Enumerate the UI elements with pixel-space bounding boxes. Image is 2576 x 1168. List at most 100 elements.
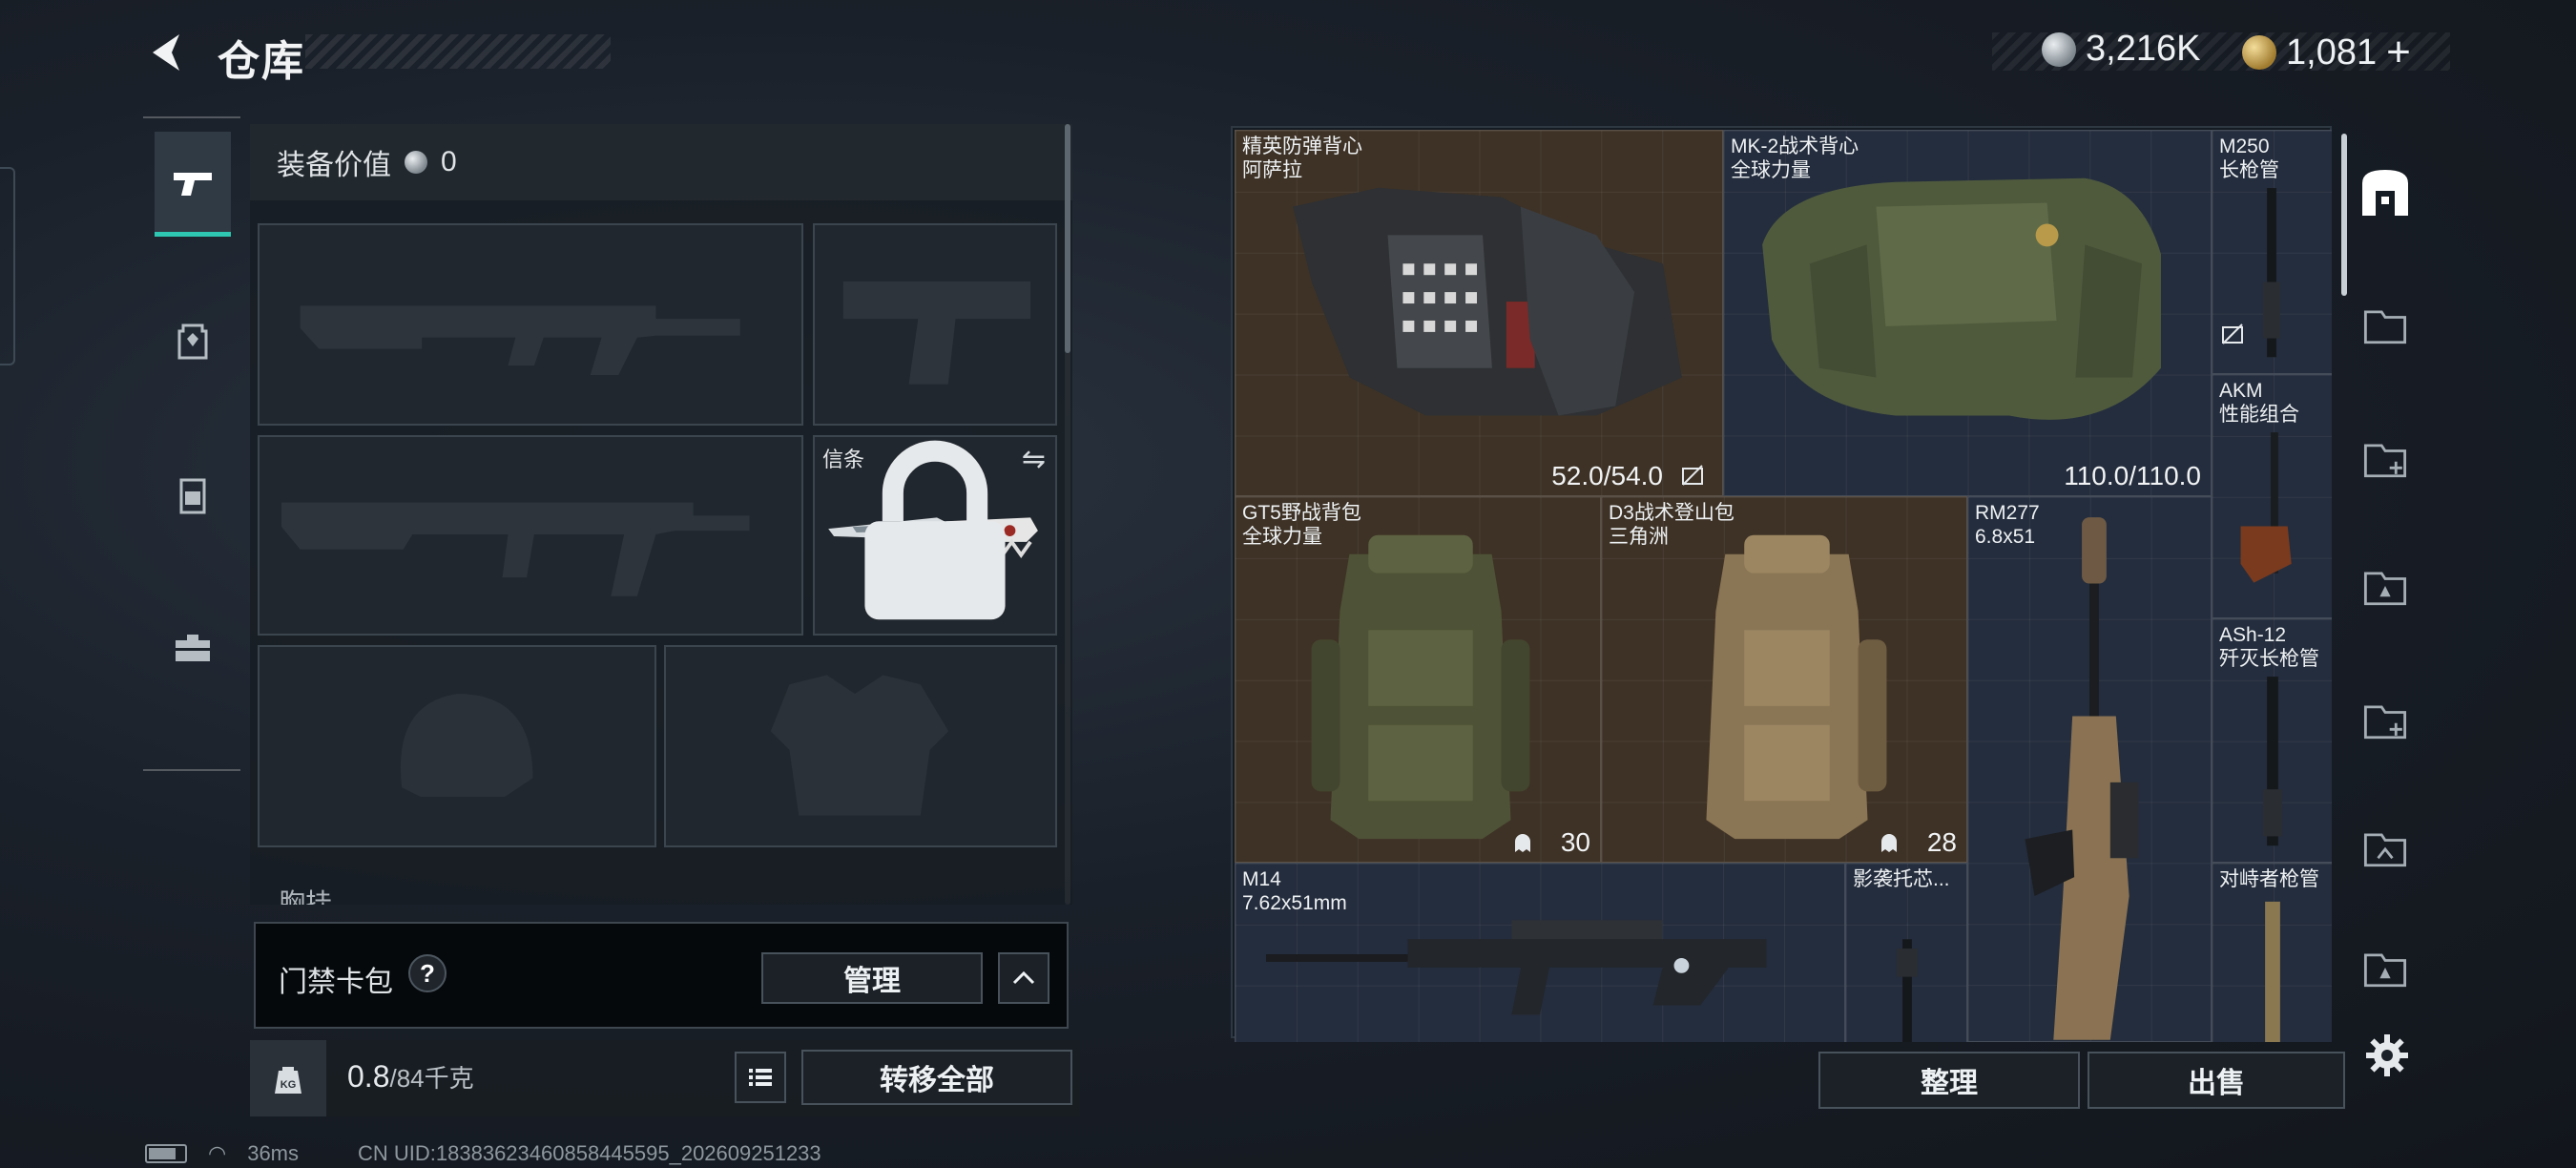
- silver-coin-icon: [2042, 31, 2076, 67]
- equipment-value-label: 装备价值: [277, 150, 391, 181]
- equipment-scrollbar[interactable]: [1065, 124, 1070, 353]
- sell-button[interactable]: 出售: [2088, 1052, 2345, 1109]
- tab-weapons[interactable]: [155, 132, 231, 237]
- equipment-tabs: [143, 116, 240, 771]
- transfer-all-button[interactable]: 转移全部: [801, 1050, 1072, 1105]
- secondary-weapon-slot[interactable]: [258, 435, 803, 636]
- folder-icon: [2363, 310, 2407, 344]
- item-name: 对峙者枪管: [2219, 868, 2319, 890]
- vest-tab-icon: [179, 478, 206, 514]
- stash-page-5-button[interactable]: [2355, 817, 2416, 878]
- silver-currency: 3,216K: [2042, 29, 2200, 70]
- rifle-vertical-icon: [2025, 517, 2139, 1040]
- no-bind-icon-2: [2222, 323, 2243, 344]
- tab-toolbox[interactable]: [155, 595, 231, 700]
- side-drawer-handle[interactable]: [0, 167, 15, 365]
- cardpack-label: 门禁卡包: [279, 967, 393, 998]
- primary-weapon-slot[interactable]: [258, 223, 803, 426]
- item-name: ASh-12 歼灭长枪管: [2219, 624, 2319, 670]
- capacity-icon-2: [1881, 834, 1897, 852]
- capacity-icon: [1515, 834, 1530, 852]
- status-bar: ◠ 36ms CN UID:18383623460858445595_20260…: [145, 1141, 821, 1166]
- helmet-silhouette-icon: [400, 694, 533, 797]
- no-bind-icon: [1682, 465, 1703, 486]
- stash-item-rm277[interactable]: RM277 6.8x51: [1967, 496, 2212, 1042]
- weight-readout: 0.8/84千克: [347, 1059, 474, 1095]
- add-folder-icon: [2363, 444, 2407, 478]
- rifle-silhouette-icon: [300, 305, 740, 375]
- sidearm-slot[interactable]: [813, 223, 1057, 426]
- backpack-icon-2: [1706, 534, 1887, 840]
- folder-icon-2: [2363, 572, 2407, 606]
- stash-item-ash12[interactable]: ASh-12 歼灭长枪管: [2212, 618, 2332, 863]
- stash-item-shadow-stock[interactable]: 影袭托芯...: [1845, 863, 1967, 1042]
- chevron-up-icon: [1012, 970, 1035, 985]
- stash-item-akm[interactable]: AKM 性能组合: [2212, 374, 2332, 618]
- pistol-silhouette-icon: [842, 281, 1031, 385]
- stash-item-elite-vest[interactable]: 精英防弹背心 阿萨拉 52.0/54.0: [1235, 130, 1723, 496]
- list-view-button[interactable]: [735, 1052, 786, 1103]
- kg-weight-icon: KG: [275, 1067, 301, 1094]
- item-name: MK-2战术背心 全球力量: [1731, 136, 1859, 181]
- item-name: RM277 6.8x51: [1975, 502, 2040, 548]
- tab-backpack[interactable]: [155, 288, 231, 393]
- item-name: GT5野战背包 全球力量: [1242, 502, 1361, 548]
- toolbox-tab-icon: [176, 635, 210, 661]
- vest-icon: [1293, 187, 1682, 416]
- uid-readout: CN UID:18383623460858445595_202609251233: [358, 1141, 821, 1165]
- add-page-button-2[interactable]: [2355, 689, 2416, 750]
- ping-readout: 36ms: [247, 1141, 299, 1165]
- silver-amount: 3,216K: [2086, 29, 2201, 69]
- chest-rig-label: 胸挂: [279, 888, 333, 905]
- equipment-value: 0: [441, 146, 457, 177]
- stash-item-m14[interactable]: M14 7.62x51mm: [1235, 863, 1845, 1042]
- weight-icon: KG: [250, 1040, 326, 1116]
- lock-icon: [864, 440, 1006, 620]
- value-coin-icon: [405, 151, 427, 174]
- back-arrow-icon: [153, 34, 179, 71]
- item-name: 精英防弹背心 阿萨拉: [1242, 136, 1362, 181]
- svg-text:KG: KG: [280, 1079, 297, 1091]
- gold-coin-icon: [2242, 35, 2276, 70]
- help-button[interactable]: ?: [408, 954, 447, 992]
- add-folder-icon-2: [2363, 705, 2407, 740]
- stash-overview-button[interactable]: [2355, 162, 2416, 223]
- stash-page-1-button[interactable]: [2355, 294, 2416, 355]
- stash-page-6-button[interactable]: [2355, 937, 2416, 998]
- vest-icon-2: [1762, 177, 2161, 420]
- manage-button[interactable]: 管理: [761, 952, 983, 1004]
- gold-currency[interactable]: 1,081 +: [2242, 29, 2411, 76]
- backpack-tab-icon: [177, 323, 208, 360]
- stash-page-3-button[interactable]: [2355, 555, 2416, 616]
- page-title: 仓库: [218, 38, 305, 85]
- back-button[interactable]: [143, 29, 191, 76]
- add-currency-button[interactable]: +: [2386, 29, 2411, 76]
- tab-vest[interactable]: [155, 443, 231, 548]
- battery-icon: [145, 1144, 187, 1163]
- item-capacity: 28: [1926, 827, 1957, 857]
- item-name: M14 7.62x51mm: [1242, 868, 1347, 914]
- stash-item-gt5-backpack[interactable]: GT5野战背包 全球力量 30: [1235, 496, 1601, 863]
- armor-slot[interactable]: [664, 645, 1057, 847]
- rifle-silhouette-icon-2: [281, 502, 750, 596]
- stash-grid: 精英防弹背心 阿萨拉 52.0/54.0 MK-2战术背心 全球力量 110.0…: [1235, 130, 2332, 1042]
- settings-button[interactable]: [2362, 1031, 2412, 1080]
- weight-max: /84千克: [389, 1064, 474, 1093]
- helmet-slot[interactable]: [258, 645, 656, 847]
- warehouse-icon: [2362, 170, 2408, 216]
- melee-slot[interactable]: 信条 ⇋: [813, 435, 1057, 636]
- item-durability: 52.0/54.0: [1551, 461, 1663, 490]
- gold-amount: 1,081: [2286, 31, 2378, 73]
- pistol-icon: [174, 172, 212, 196]
- stash-panel: 精英防弹背心 阿萨拉 52.0/54.0 MK-2战术背心 全球力量 110.0…: [1231, 126, 2332, 1042]
- sort-button[interactable]: 整理: [1818, 1052, 2080, 1109]
- backpack-icon: [1311, 534, 1530, 840]
- stash-item-m250[interactable]: M250 长枪管: [2212, 130, 2332, 374]
- stash-item-mk2-vest[interactable]: MK-2战术背心 全球力量 110.0/110.0: [1723, 130, 2212, 496]
- collapse-button[interactable]: [998, 952, 1049, 1004]
- equipment-panel: 装备价值 0 信条 ⇋ 胸挂: [250, 124, 1072, 905]
- stash-item-d3-backpack[interactable]: D3战术登山包 三角洲 28: [1601, 496, 1967, 863]
- stash-item-confronter-barrel[interactable]: 对峙者枪管: [2212, 863, 2332, 1042]
- title-decoration: [305, 34, 611, 69]
- add-page-button[interactable]: [2355, 428, 2416, 489]
